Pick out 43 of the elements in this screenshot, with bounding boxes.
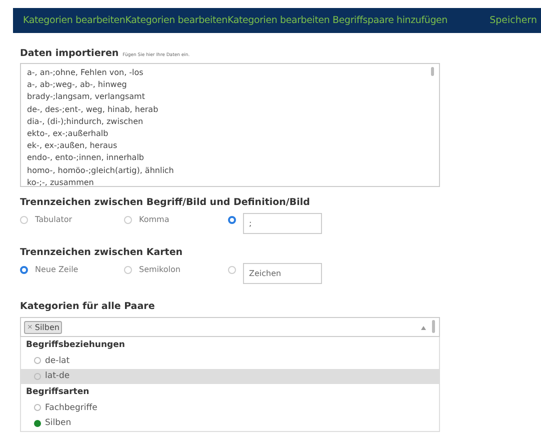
- group-title: Begriffsbeziehungen: [25, 339, 126, 352]
- save-button[interactable]: Speichern: [490, 15, 537, 26]
- section-heading: Daten importieren: [20, 48, 119, 59]
- radio-button[interactable]: [20, 266, 28, 274]
- section-heading: Trennzeichen zwischen Karten: [20, 247, 184, 258]
- radio-label: Neue Zeile: [35, 265, 78, 274]
- scrollbar-thumb[interactable]: [431, 67, 434, 76]
- option-label: lat-de: [45, 371, 70, 382]
- tag-label: Silben: [34, 322, 60, 332]
- text-line: de-, des-;ent-, weg, hinab, herab: [27, 104, 158, 116]
- page-title: Kategorien bearbeitenKategorien bearbeitenKategorien bearbeiten Begriffspaare hinzufügen: [23, 15, 448, 26]
- scrollbar-thumb[interactable]: [432, 320, 435, 333]
- text-line: endo-, ento-;innen, innerhalb: [27, 152, 144, 164]
- radio-button[interactable]: [124, 216, 132, 224]
- radio-button[interactable]: [228, 266, 236, 274]
- character-field[interactable]: Zeichen: [243, 263, 322, 284]
- option-label: de-lat: [45, 356, 70, 366]
- option-label: Silben: [45, 418, 72, 428]
- section-heading: Kategorien für alle Paare: [20, 301, 156, 312]
- text-line: ko-;-, zusammen: [27, 176, 94, 186]
- text-line: a-, ab-;weg-, ab-, hinweg: [27, 79, 127, 92]
- radio-button[interactable]: [20, 216, 28, 224]
- radio-button[interactable]: [228, 216, 236, 224]
- text-line: homo-, homöo-;gleich(artig), ähnlich: [27, 164, 174, 177]
- menu-option[interactable]: Fachbegriffe: [21, 400, 439, 416]
- text-line: brady-;langsam, verlangsamt: [27, 91, 145, 104]
- import-text-field[interactable]: [20, 63, 440, 187]
- section-heading: Trennzeichen zwischen Begriff/Bild und Definition/Bild: [20, 197, 311, 208]
- radio-label: Komma: [139, 215, 170, 224]
- menu-option[interactable]: Silben: [21, 416, 439, 431]
- radio-button[interactable]: [124, 266, 132, 274]
- menu-option[interactable]: lat-de: [21, 368, 439, 384]
- text-line: ek-, ex-;außen, heraus: [27, 140, 118, 152]
- caret-icon: [421, 326, 426, 330]
- text-line: dia-, (di-);hindurch, zwischen: [27, 116, 144, 128]
- text-line: a-, an-;ohne, Fehlen von, -los: [27, 67, 144, 79]
- group-title: Begriffsarten: [25, 386, 90, 399]
- character-field[interactable]: ;: [243, 213, 322, 234]
- text-line: ekto-, ex-;außerhalb: [27, 128, 108, 140]
- radio-label: Tabulator: [35, 215, 72, 224]
- radio-label: Semikolon: [139, 265, 180, 274]
- menu-option[interactable]: de-lat: [21, 353, 439, 368]
- option-label: Fachbegriffe: [45, 402, 98, 413]
